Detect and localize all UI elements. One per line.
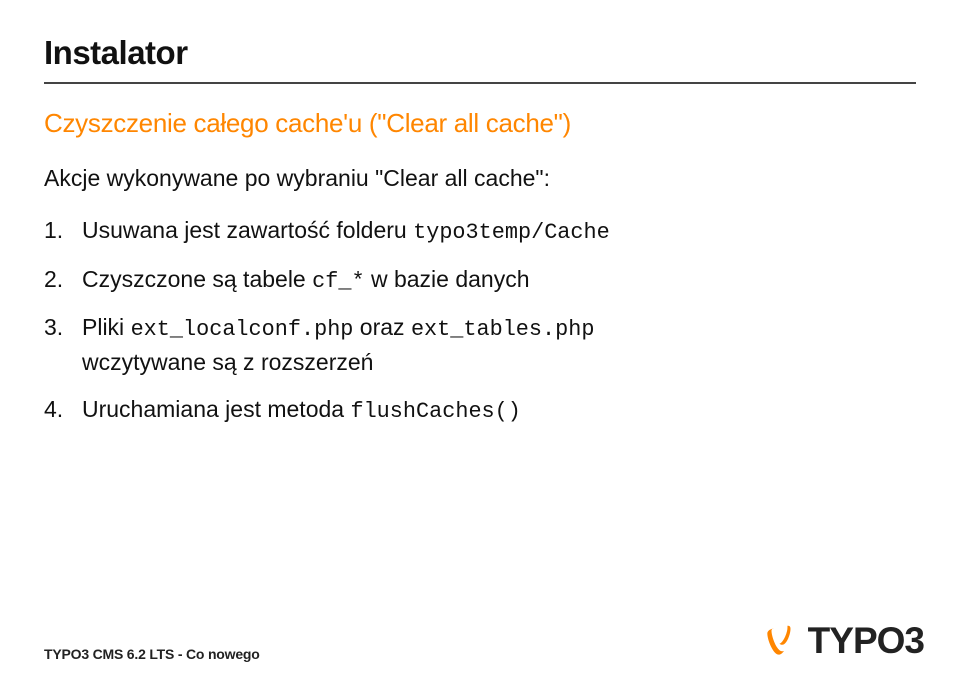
brand-text: TYPO3 [808,620,924,662]
code-text: cf_* [312,269,364,294]
step-text: Pliki [82,314,131,340]
section-subtitle: Czyszczenie całego cache'u ("Clear all c… [44,108,916,139]
code-text: typo3temp/Cache [413,220,610,245]
brand: TYPO3 [762,620,924,662]
code-text: flushCaches() [350,399,520,424]
step-text: Usuwana jest zawartość folderu [82,217,413,243]
list-item: Pliki ext_localconf.php oraz ext_tables.… [82,311,916,379]
code-text: ext_localconf.php [131,317,354,342]
footer-text: TYPO3 CMS 6.2 LTS - Co nowego [44,646,260,662]
step-text: wczytywane są z rozszerzeń [82,349,373,375]
list-item: Czyszczone są tabele cf_* w bazie danych [82,263,916,298]
footer: TYPO3 CMS 6.2 LTS - Co nowego TYPO3 [44,622,924,662]
step-text: w bazie danych [365,266,530,292]
section-intro: Akcje wykonywane po wybraniu "Clear all … [44,165,916,192]
step-text: oraz [353,314,411,340]
list-item: Usuwana jest zawartość folderu typo3temp… [82,214,916,249]
step-text: Uruchamiana jest metoda [82,396,350,422]
steps-list: Usuwana jest zawartość folderu typo3temp… [44,214,916,428]
step-text: Czyszczone są tabele [82,266,312,292]
page-title: Instalator [44,34,916,84]
code-text: ext_tables.php [411,317,595,342]
typo3-logo-icon [762,622,800,660]
list-item: Uruchamiana jest metoda flushCaches() [82,393,916,428]
